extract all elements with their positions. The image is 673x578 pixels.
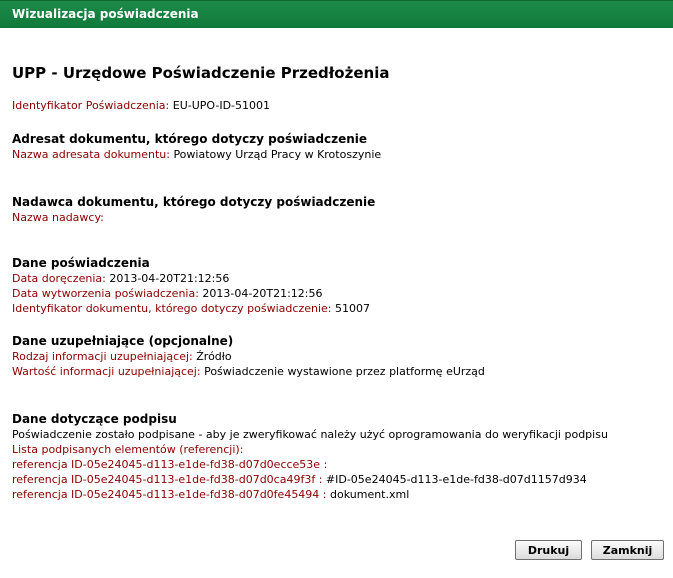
- certificate-content: UPP - Urzędowe Poświadczenie Przedłożeni…: [12, 64, 662, 502]
- supplementary-value-label: Wartość informacji uzupełniającej:: [12, 365, 201, 378]
- creation-date-row: Data wytworzenia poświadczenia: 2013-04-…: [12, 286, 662, 301]
- signed-elements-label: Lista podpisanych elementów (referencji)…: [12, 443, 244, 456]
- reference-row: referencja ID-05e24045-d113-e1de-fd38-d0…: [12, 457, 662, 472]
- recipient-section-title: Adresat dokumentu, którego dotyczy poświ…: [12, 132, 368, 146]
- document-id-value: 51007: [335, 302, 370, 315]
- reference-row: referencja ID-05e24045-d113-e1de-fd38-d0…: [12, 472, 662, 487]
- identifier-label: Identyfikator Poświadczenia:: [12, 99, 170, 112]
- supplementary-value-value: Poświadczenie wystawione przez platformę…: [204, 365, 485, 378]
- dialog-title: Wizualizacja poświadczenia: [12, 7, 199, 21]
- identifier-row: Identyfikator Poświadczenia: EU-UPO-ID-5…: [12, 98, 662, 113]
- reference-row: referencja ID-05e24045-d113-e1de-fd38-d0…: [12, 487, 662, 502]
- supplementary-type-value: Źródło: [196, 350, 232, 363]
- supplementary-type-label: Rodzaj informacji uzupełniającej:: [12, 350, 193, 363]
- reference-label: referencja ID-05e24045-d113-e1de-fd38-d0…: [12, 488, 327, 501]
- signature-note: Poświadczenie zostało podpisane - aby je…: [12, 428, 608, 441]
- sender-name-row: Nazwa nadawcy:: [12, 210, 662, 225]
- certificate-section-title: Dane poświadczenia: [12, 256, 150, 270]
- print-button[interactable]: Drukuj: [515, 540, 582, 560]
- recipient-name-label: Nazwa adresata dokumentu:: [12, 148, 170, 161]
- page-title: UPP - Urzędowe Poświadczenie Przedłożeni…: [12, 64, 390, 82]
- supplementary-value-row: Wartość informacji uzupełniającej: Poświ…: [12, 364, 662, 379]
- reference-label: referencja ID-05e24045-d113-e1de-fd38-d0…: [12, 473, 323, 486]
- supplementary-section-title: Dane uzupełniające (opcjonalne): [12, 334, 234, 348]
- dialog-titlebar: Wizualizacja poświadczenia: [0, 0, 673, 28]
- close-button[interactable]: Zamknij: [591, 540, 664, 560]
- document-id-row: Identyfikator dokumentu, którego dotyczy…: [12, 301, 662, 316]
- reference-value: dokument.xml: [330, 488, 410, 501]
- signature-section-title: Dane dotyczące podpisu: [12, 412, 177, 426]
- recipient-name-value: Powiatowy Urząd Pracy w Krotoszynie: [173, 148, 382, 161]
- sender-name-label: Nazwa nadawcy:: [12, 211, 104, 224]
- delivery-date-label: Data doręczenia:: [12, 272, 106, 285]
- creation-date-label: Data wytworzenia poświadczenia:: [12, 287, 199, 300]
- supplementary-type-row: Rodzaj informacji uzupełniającej: Źródło: [12, 349, 662, 364]
- creation-date-value: 2013-04-20T21:12:56: [202, 287, 323, 300]
- reference-label: referencja ID-05e24045-d113-e1de-fd38-d0…: [12, 458, 328, 471]
- reference-value: #ID-05e24045-d113-e1de-fd38-d07d1157d934: [325, 473, 587, 486]
- sender-section-title: Nadawca dokumentu, którego dotyczy poświ…: [12, 195, 376, 209]
- identifier-value: EU-UPO-ID-51001: [172, 99, 271, 112]
- document-id-label: Identyfikator dokumentu, którego dotyczy…: [12, 302, 332, 315]
- recipient-name-row: Nazwa adresata dokumentu: Powiatowy Urzą…: [12, 147, 662, 162]
- delivery-date-row: Data doręczenia: 2013-04-20T21:12:56: [12, 271, 662, 286]
- delivery-date-value: 2013-04-20T21:12:56: [109, 272, 230, 285]
